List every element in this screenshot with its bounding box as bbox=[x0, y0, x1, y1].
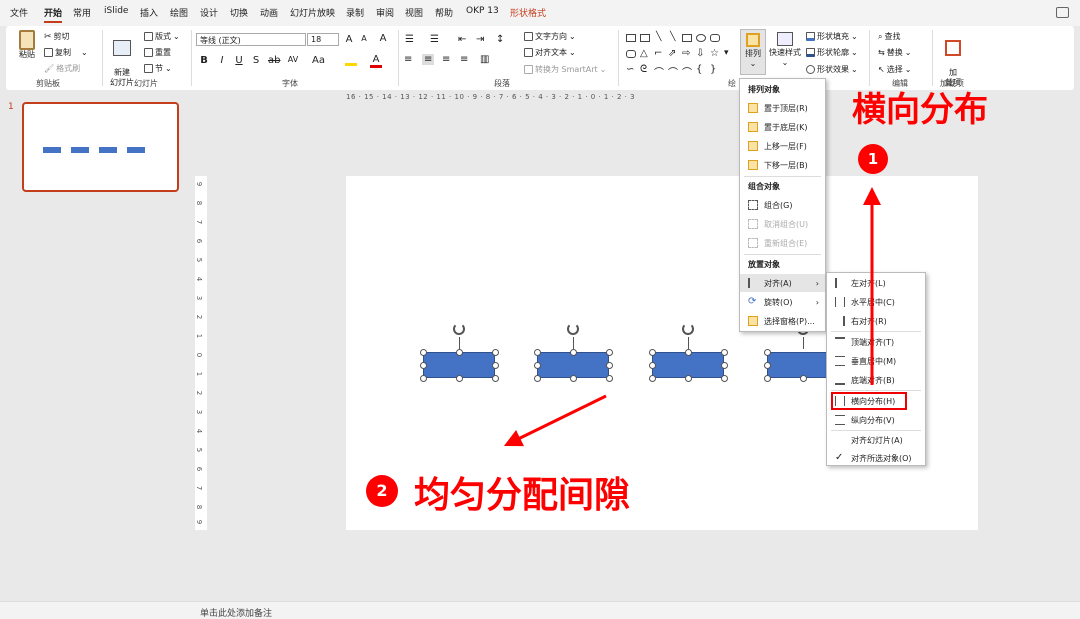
notes-bar[interactable]: 单击此处添加备注 bbox=[0, 601, 1080, 619]
step2-badge: 2 bbox=[366, 475, 398, 507]
step1-badge: 1 bbox=[858, 144, 888, 174]
step1-label: 横向分布 bbox=[852, 90, 988, 130]
notes-placeholder[interactable]: 单击此处添加备注 bbox=[200, 606, 272, 619]
annotation-arrow-down bbox=[503, 394, 607, 447]
step2-label: 均匀分配间隙 bbox=[414, 475, 631, 516]
